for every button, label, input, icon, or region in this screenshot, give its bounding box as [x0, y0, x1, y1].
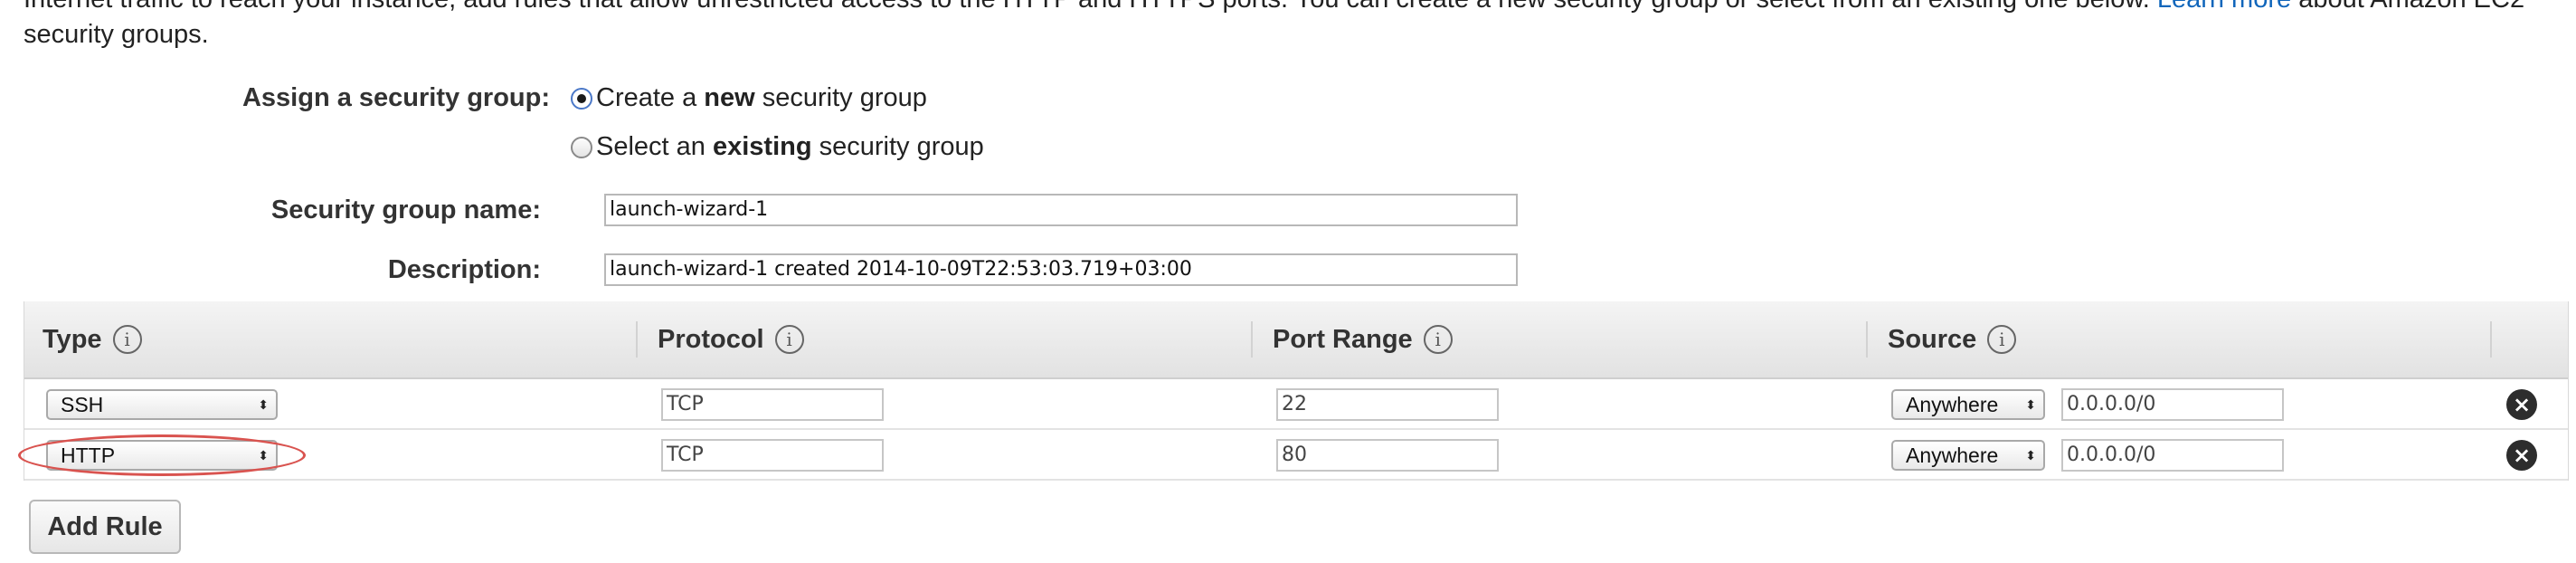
source-select-value: Anywhere [1906, 444, 1999, 467]
info-icon[interactable]: i [1423, 325, 1453, 354]
radio-button-checked[interactable] [571, 87, 592, 110]
table-row: HTTP ⬍ TCP 80 Anywhere ⬍ 0.0.0.0/0 × [24, 430, 2568, 481]
security-group-name-label: Security group name: [270, 196, 541, 224]
radio-create-bold: new [704, 83, 755, 112]
header-source: Source i [1888, 301, 2017, 377]
source-select-value: Anywhere [1906, 393, 1999, 416]
intro-text: Internet traffic to reach your instance,… [24, 0, 2150, 14]
port-range-input[interactable]: 22 [1276, 388, 1499, 421]
radio-select-existing-group[interactable]: Select an existing security group [571, 132, 984, 162]
header-protocol-label: Protocol [658, 324, 764, 354]
source-select[interactable]: Anywhere ⬍ [1891, 440, 2045, 471]
table-header: Type i Protocol i Port Range i Source i [24, 301, 2568, 379]
security-group-name-input[interactable]: launch-wizard-1 [604, 194, 1518, 226]
header-port-range: Port Range i [1273, 301, 1453, 377]
cidr-input[interactable]: 0.0.0.0/0 [2061, 388, 2284, 421]
description-input[interactable]: launch-wizard-1 created 2014-10-09T22:53… [604, 253, 1518, 286]
column-divider [636, 321, 638, 358]
source-select[interactable]: Anywhere ⬍ [1891, 389, 2045, 420]
select-arrows-icon: ⬍ [258, 397, 269, 412]
intro-paragraph: Internet traffic to reach your instance,… [24, 0, 2547, 52]
assign-security-group-label: Assign a security group: [242, 83, 550, 112]
info-icon[interactable]: i [774, 325, 804, 354]
header-source-label: Source [1888, 324, 1977, 354]
header-type: Type i [43, 301, 142, 377]
column-divider [2490, 321, 2492, 358]
info-icon[interactable]: i [1987, 325, 2017, 354]
description-label: Description: [387, 255, 541, 284]
type-select-value: SSH [61, 393, 104, 416]
remove-rule-icon[interactable]: × [2506, 389, 2537, 420]
highlight-ellipse-annotation [18, 434, 306, 476]
radio-create-suffix: security group [762, 83, 927, 112]
radio-existing-prefix: Select an [596, 132, 706, 161]
column-divider [1866, 321, 1868, 358]
remove-rule-icon[interactable]: × [2506, 440, 2537, 471]
add-rule-button[interactable]: Add Rule [29, 500, 181, 554]
header-port-range-label: Port Range [1273, 324, 1413, 354]
port-range-input[interactable]: 80 [1276, 439, 1499, 472]
select-arrows-icon: ⬍ [2025, 448, 2036, 463]
radio-button-unchecked[interactable] [571, 136, 592, 158]
header-protocol: Protocol i [658, 301, 804, 377]
cidr-input[interactable]: 0.0.0.0/0 [2061, 439, 2284, 472]
radio-existing-bold: existing [712, 132, 812, 161]
protocol-input[interactable]: TCP [661, 439, 884, 472]
header-type-label: Type [43, 324, 102, 354]
select-arrows-icon: ⬍ [2025, 397, 2036, 412]
protocol-input[interactable]: TCP [661, 388, 884, 421]
radio-create-new-group[interactable]: Create a new security group [571, 83, 927, 113]
radio-existing-suffix: security group [819, 132, 984, 161]
security-rules-table: Type i Protocol i Port Range i Source i … [24, 301, 2569, 481]
type-select[interactable]: SSH ⬍ [46, 389, 278, 420]
learn-more-link[interactable]: Learn more [2157, 0, 2291, 14]
column-divider [1251, 321, 1253, 358]
info-icon[interactable]: i [112, 325, 142, 354]
radio-create-prefix: Create a [596, 83, 697, 112]
table-row: SSH ⬍ TCP 22 Anywhere ⬍ 0.0.0.0/0 × [24, 379, 2568, 430]
